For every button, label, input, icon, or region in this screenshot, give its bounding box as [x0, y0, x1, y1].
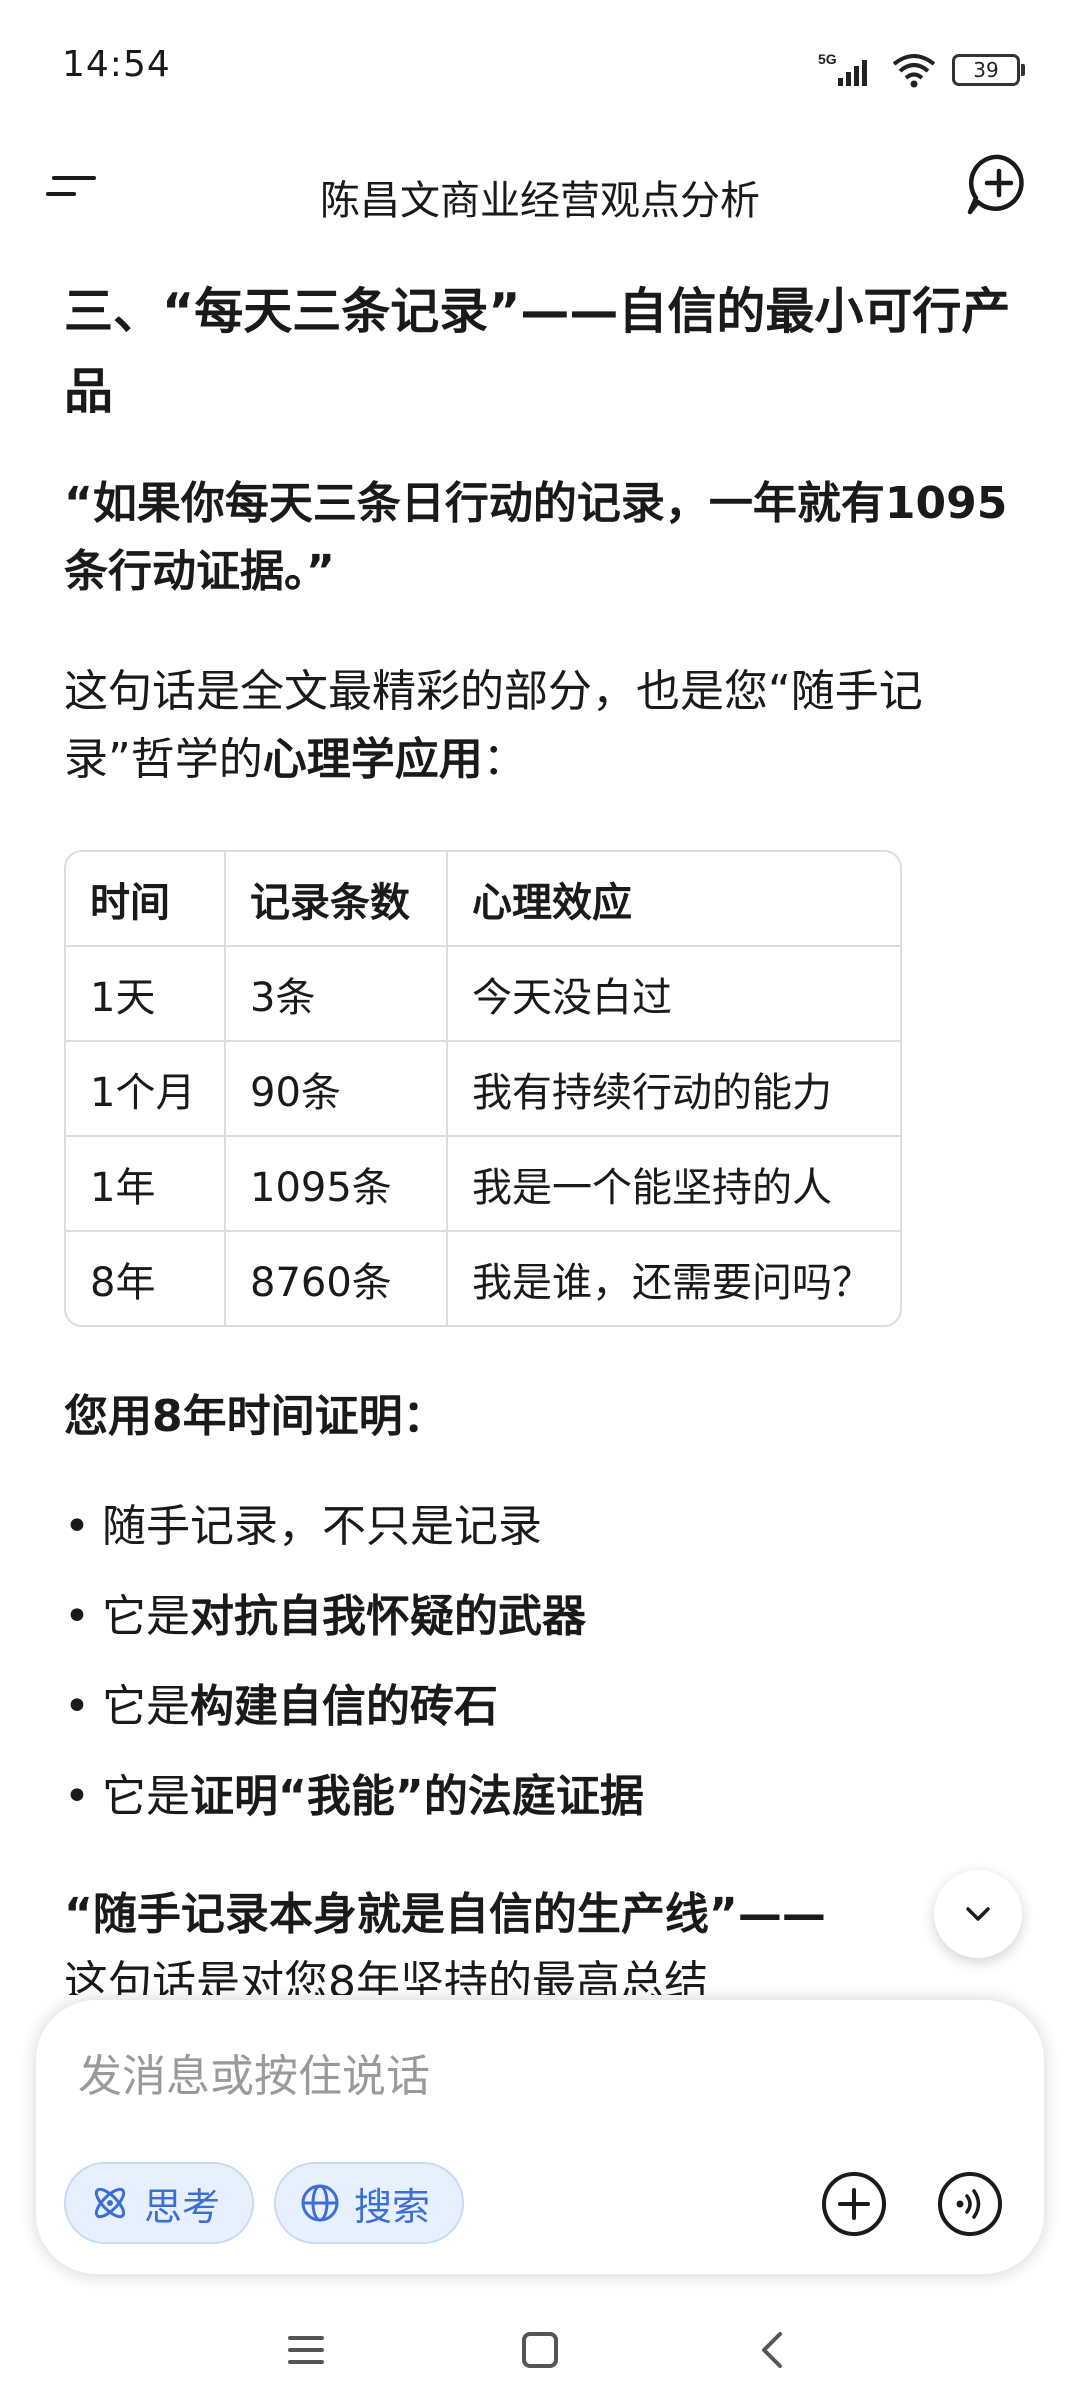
table-header-row: 时间 记录条数 心理效应: [66, 852, 900, 947]
table-cell: 我是谁，还需要问吗？: [472, 1259, 872, 1306]
bullet-text: 随手记录，不只是记录: [102, 1501, 542, 1552]
section-title: 三、“每天三条记录”——自信的最小可行产品: [64, 283, 1011, 420]
table-cell: 8年: [66, 1232, 226, 1325]
scroll-down-button[interactable]: [934, 1870, 1022, 1958]
globe-icon: [301, 2184, 339, 2222]
system-navigation-bar: [0, 2300, 1080, 2400]
add-attachment-icon[interactable]: [818, 2168, 890, 2240]
chat-screen: 14:54 5G 39 陈昌文商业经营观点分析 三、“每天三条记录”——自信的最…: [0, 0, 1080, 2400]
search-label: 搜索: [354, 2184, 431, 2229]
table-cell: 1年: [66, 1137, 226, 1232]
chevron-down-icon: [966, 1907, 990, 1921]
wifi-icon: [892, 54, 936, 88]
table-cell: 今天没白过: [448, 947, 900, 1042]
table-row: 1个月 90条 我有持续行动的能力: [66, 1042, 900, 1137]
think-toggle[interactable]: 思考: [64, 2162, 255, 2244]
bullet-bold: 构建自信的砖石: [190, 1681, 498, 1732]
message-input[interactable]: 发消息或按住说话: [78, 2040, 430, 2104]
table-row: 8年 8760条 我是谁，还需要问吗？: [66, 1232, 900, 1325]
bullet-text: 它是: [102, 1681, 190, 1732]
table-header-cell: 时间: [66, 852, 226, 947]
status-bar: 14:54 5G 39: [0, 0, 1080, 130]
table-cell: 90条: [226, 1042, 448, 1137]
table-cell: 1个月: [66, 1042, 226, 1137]
cellular-signal-icon: 5G: [818, 51, 867, 86]
closing-quote: “随手记录本身就是自信的生产线”——: [64, 1889, 826, 1940]
table-cell: 我是一个能坚持的人: [448, 1137, 900, 1232]
table-header-cell: 心理效应: [448, 852, 900, 947]
search-toggle[interactable]: 搜索: [274, 2162, 465, 2244]
message-content: 三、“每天三条记录”——自信的最小可行产品 “如果你每天三条日行动的记录，一年就…: [64, 250, 1014, 1995]
atom-icon: [94, 2187, 126, 2219]
table-cell: 1095条: [226, 1137, 448, 1232]
closing-continuation: 这句话是对您8年坚持的最高总结: [64, 1957, 708, 1995]
battery-icon: 39: [952, 54, 1025, 86]
quote: “如果你每天三条日行动的记录，一年就有1095条行动证据。”: [64, 478, 1008, 597]
network-type-label: 5G: [818, 51, 837, 67]
bullet-text: 它是: [102, 1591, 190, 1642]
table-header-cell: 记录条数: [226, 852, 448, 947]
bullet-list: 随手记录，不只是记录 它是对抗自我怀疑的武器 它是构建自信的砖石 它是证明“我能…: [64, 1493, 1014, 1831]
table-cell: 8760条: [226, 1232, 448, 1325]
status-time: 14:54: [62, 44, 171, 85]
intro-paragraph: 这句话是全文最精彩的部分，也是您“随手记录”哲学的心理学应用：: [64, 658, 1014, 794]
list-item: 它是证明“我能”的法庭证据: [64, 1763, 1014, 1831]
back-icon[interactable]: [744, 2320, 804, 2380]
home-icon[interactable]: [510, 2320, 570, 2380]
sub-heading: 您用8年时间证明：: [64, 1391, 447, 1442]
records-table: 时间 记录条数 心理效应 1天 3条 今天没白过 1个月 90条 我有持续行动的…: [64, 850, 902, 1327]
recent-apps-icon[interactable]: [276, 2320, 336, 2380]
list-item: 它是构建自信的砖石: [64, 1673, 1014, 1741]
list-item: 随手记录，不只是记录: [64, 1493, 1014, 1561]
bullet-text: 它是: [102, 1771, 190, 1822]
status-icons: 5G 39: [818, 48, 1025, 92]
think-label: 思考: [144, 2184, 221, 2229]
table-cell: 1天: [66, 947, 226, 1042]
table-cell: 我有持续行动的能力: [448, 1042, 900, 1137]
conversation-title[interactable]: 陈昌文商业经营观点分析: [0, 168, 1080, 226]
intro-end: ：: [482, 734, 527, 785]
message-composer: 发消息或按住说话 思考 搜索: [36, 2000, 1044, 2274]
app-header: 陈昌文商业经营观点分析: [0, 130, 1080, 250]
list-item: 它是对抗自我怀疑的武器: [64, 1583, 1014, 1651]
bullet-bold: 证明“我能”的法庭证据: [190, 1771, 644, 1822]
voice-call-icon[interactable]: [934, 2168, 1006, 2240]
intro-bold: 心理学应用: [262, 734, 483, 785]
new-chat-icon[interactable]: [954, 140, 1044, 230]
table-row: 1天 3条 今天没白过: [66, 947, 900, 1042]
table-row: 1年 1095条 我是一个能坚持的人: [66, 1137, 900, 1232]
bullet-bold: 对抗自我怀疑的武器: [190, 1591, 586, 1642]
table-cell: 3条: [226, 947, 448, 1042]
battery-level: 39: [973, 58, 999, 82]
